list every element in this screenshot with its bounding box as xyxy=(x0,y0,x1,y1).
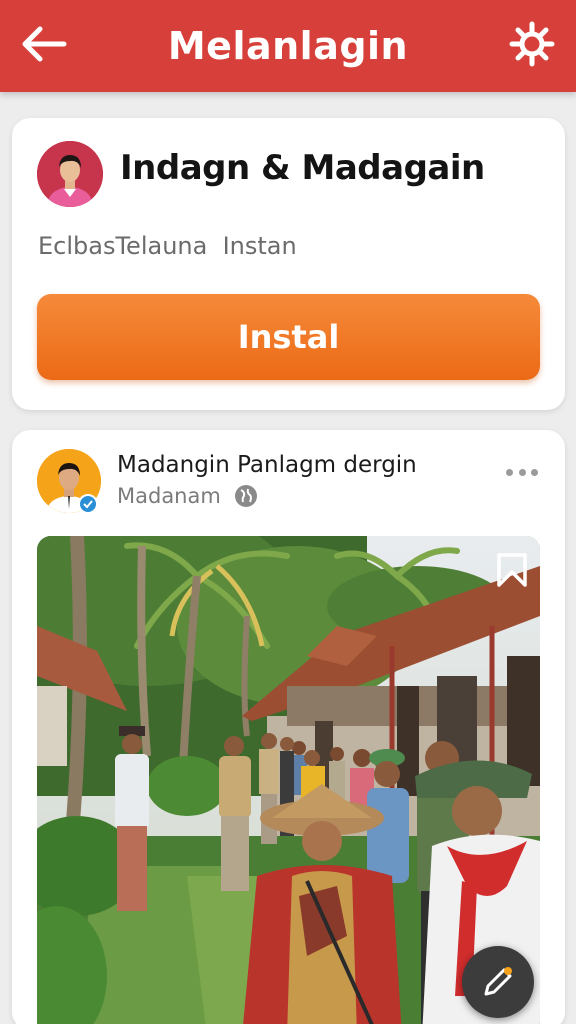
post-author[interactable]: Madangin Panlagm dergin xyxy=(117,452,417,478)
install-button[interactable]: Instal xyxy=(37,294,540,380)
more-dot xyxy=(518,468,526,476)
edit-pencil-icon xyxy=(484,967,512,996)
back-button[interactable] xyxy=(16,20,70,68)
verified-check-icon xyxy=(78,494,98,514)
arrow-left-icon xyxy=(22,26,67,62)
app-card: Indagn & Madagain EclbasTelauna Instan I… xyxy=(12,118,565,410)
bookmark-icon[interactable] xyxy=(495,552,529,588)
globe-icon xyxy=(235,485,257,507)
app-header: Melanlagin xyxy=(0,0,576,92)
more-dot xyxy=(531,468,538,476)
edit-fab-button[interactable] xyxy=(462,946,534,1018)
app-title: Indagn & Madagain xyxy=(120,148,485,188)
app-avatar xyxy=(37,141,103,207)
post-meta: Madanam xyxy=(117,484,221,508)
gear-icon xyxy=(509,21,555,67)
page-title: Melanlagin xyxy=(167,24,409,68)
post-card: Madangin Panlagm dergin Madanam xyxy=(12,430,565,1024)
app-subtitle: EclbasTelauna Instan xyxy=(38,232,297,260)
post-photo[interactable] xyxy=(37,536,540,1024)
more-options-button[interactable] xyxy=(502,460,542,484)
more-dot xyxy=(506,468,513,476)
settings-button[interactable] xyxy=(506,18,558,70)
